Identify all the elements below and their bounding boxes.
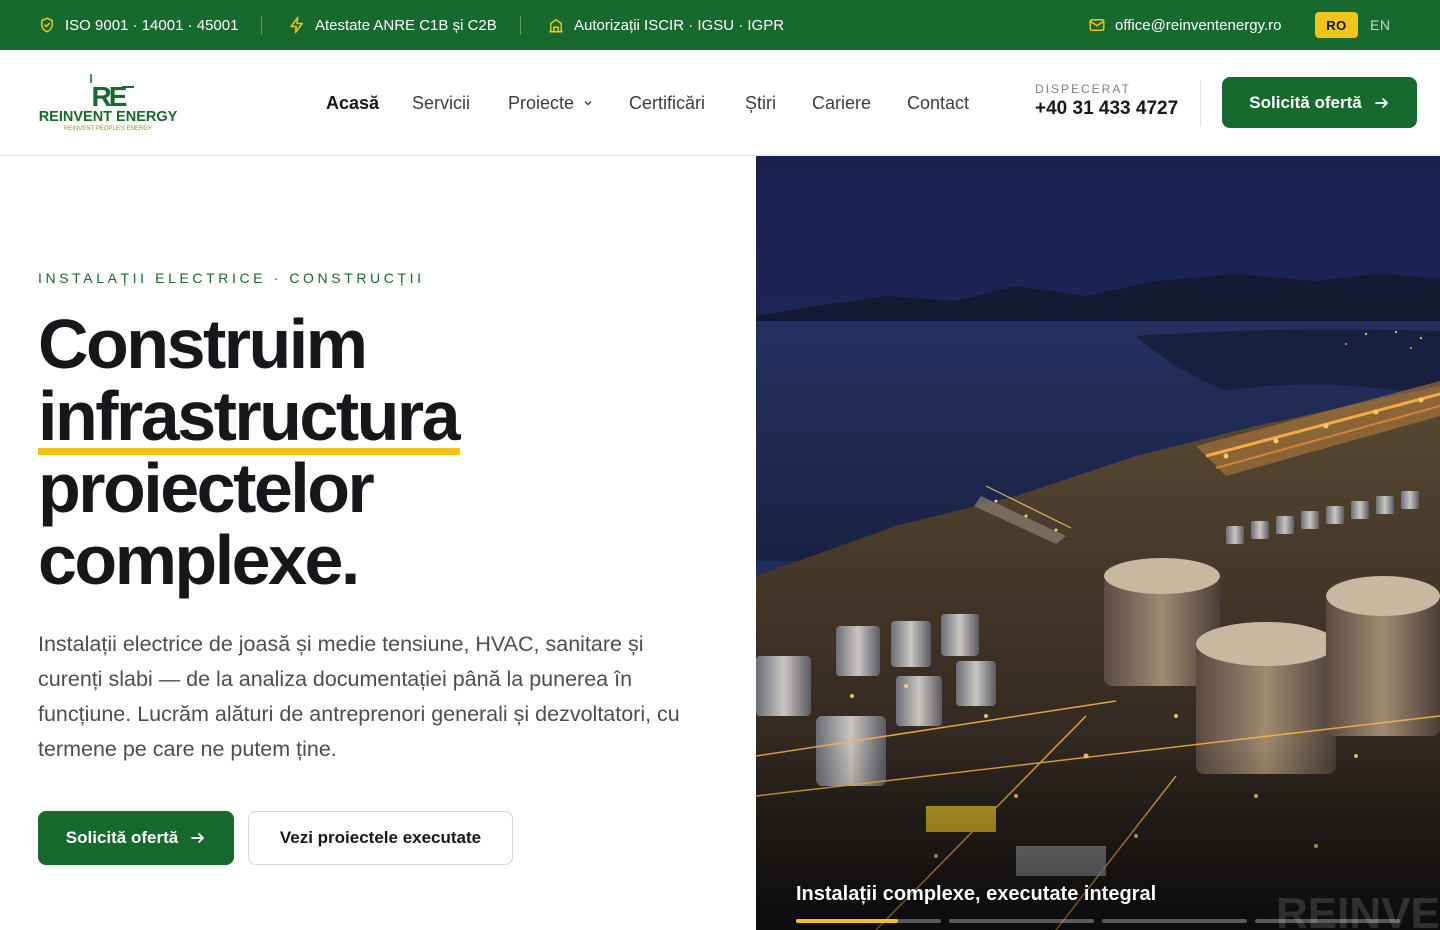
hero-title-highlight: infrastructura bbox=[38, 377, 461, 455]
header-cta-button[interactable]: Solicită ofertă bbox=[1222, 77, 1417, 128]
slide-indicator[interactable] bbox=[1102, 919, 1247, 923]
iscir-authorization: Autorizații ISCIR · IGSU · IGPR bbox=[547, 0, 784, 50]
hero-lead: Instalații electrice de joasă și medie t… bbox=[38, 632, 680, 761]
nav-item-stiri[interactable]: Știri bbox=[745, 50, 776, 156]
mail-icon bbox=[1089, 19, 1105, 31]
logo-name: REINVENT ENERGY bbox=[39, 109, 178, 125]
nav-item-servicii[interactable]: Servicii bbox=[412, 50, 470, 156]
building-icon bbox=[549, 19, 563, 33]
anre-certification: Atestate ANRE C1B și C2B bbox=[288, 0, 497, 50]
iso-text: ISO 9001 · 14001 · 45001 bbox=[65, 16, 239, 34]
dispatch-phone: +40 31 433 4727 bbox=[1035, 98, 1179, 119]
lang-ro-button[interactable]: RO bbox=[1315, 12, 1358, 38]
hero-slider-image: REINVEN bbox=[756, 156, 1440, 930]
hero-title-line-4: complexe. bbox=[38, 521, 360, 599]
hero-title-line-1: Construim bbox=[38, 305, 368, 383]
site-header: RE REINVENT ENERGY REINVENT PEOPLE'S ENE… bbox=[0, 50, 1440, 156]
nav-item-proiecte[interactable]: Proiecte bbox=[508, 50, 594, 156]
logo-mark: RE bbox=[92, 81, 127, 112]
nav-item-acasa[interactable]: Acasă bbox=[326, 50, 379, 156]
nav-item-cariere[interactable]: Cariere bbox=[812, 50, 871, 156]
slide-indicator-fill bbox=[796, 919, 898, 923]
view-projects-button[interactable]: Vezi proiectele executate bbox=[248, 811, 513, 865]
arrow-right-icon bbox=[1374, 97, 1388, 108]
hero-title-line-3: proiectelor bbox=[38, 449, 375, 527]
hero-title: Construim infrastructura proiectelor com… bbox=[38, 305, 461, 599]
logo-tagline: REINVENT PEOPLE'S ENERGY bbox=[64, 126, 152, 132]
company-logo[interactable]: RE REINVENT ENERGY REINVENT PEOPLE'S ENE… bbox=[36, 74, 180, 134]
slide-caption: Instalații complexe, executate integral bbox=[796, 883, 1157, 905]
email-link[interactable]: office@reinventenergy.ro bbox=[1088, 0, 1281, 50]
nav-item-proiecte-label: Proiecte bbox=[508, 92, 575, 113]
nav-item-contact[interactable]: Contact bbox=[907, 50, 969, 156]
email-text: office@reinventenergy.ro bbox=[1115, 16, 1282, 34]
iscir-text: Autorizații ISCIR · IGSU · IGPR bbox=[574, 16, 785, 34]
nav-item-certificari[interactable]: Certificări bbox=[629, 50, 705, 156]
slide-indicator[interactable] bbox=[796, 919, 941, 923]
shield-check-icon bbox=[41, 17, 53, 33]
top-bar: ISO 9001 · 14001 · 45001 Atestate ANRE C… bbox=[0, 0, 1440, 50]
slide-indicator[interactable] bbox=[1255, 919, 1400, 923]
dispatch-label: DISPECERAT bbox=[1035, 82, 1131, 96]
anre-text: Atestate ANRE C1B și C2B bbox=[315, 16, 497, 34]
hero-cta-label: Solicită ofertă bbox=[65, 828, 179, 847]
chevron-down-icon bbox=[584, 101, 592, 106]
hero-cta-button[interactable]: Solicită ofertă bbox=[38, 811, 234, 865]
lightning-icon bbox=[290, 16, 303, 34]
image-watermark: REINVEN bbox=[1276, 889, 1440, 930]
lang-en-button[interactable]: EN bbox=[1370, 12, 1390, 38]
arrow-right-icon bbox=[191, 833, 205, 843]
dispatch-contact[interactable]: DISPECERAT +40 31 433 4727 bbox=[1035, 82, 1178, 120]
slide-indicator[interactable] bbox=[949, 919, 1094, 923]
hero-eyebrow: INSTALAȚII ELECTRICE · CONSTRUCȚII bbox=[38, 270, 425, 286]
header-cta-label: Solicită ofertă bbox=[1249, 92, 1362, 112]
industrial-port-night-photo: REINVEN bbox=[756, 156, 1440, 930]
iso-certification: ISO 9001 · 14001 · 45001 bbox=[38, 0, 238, 50]
